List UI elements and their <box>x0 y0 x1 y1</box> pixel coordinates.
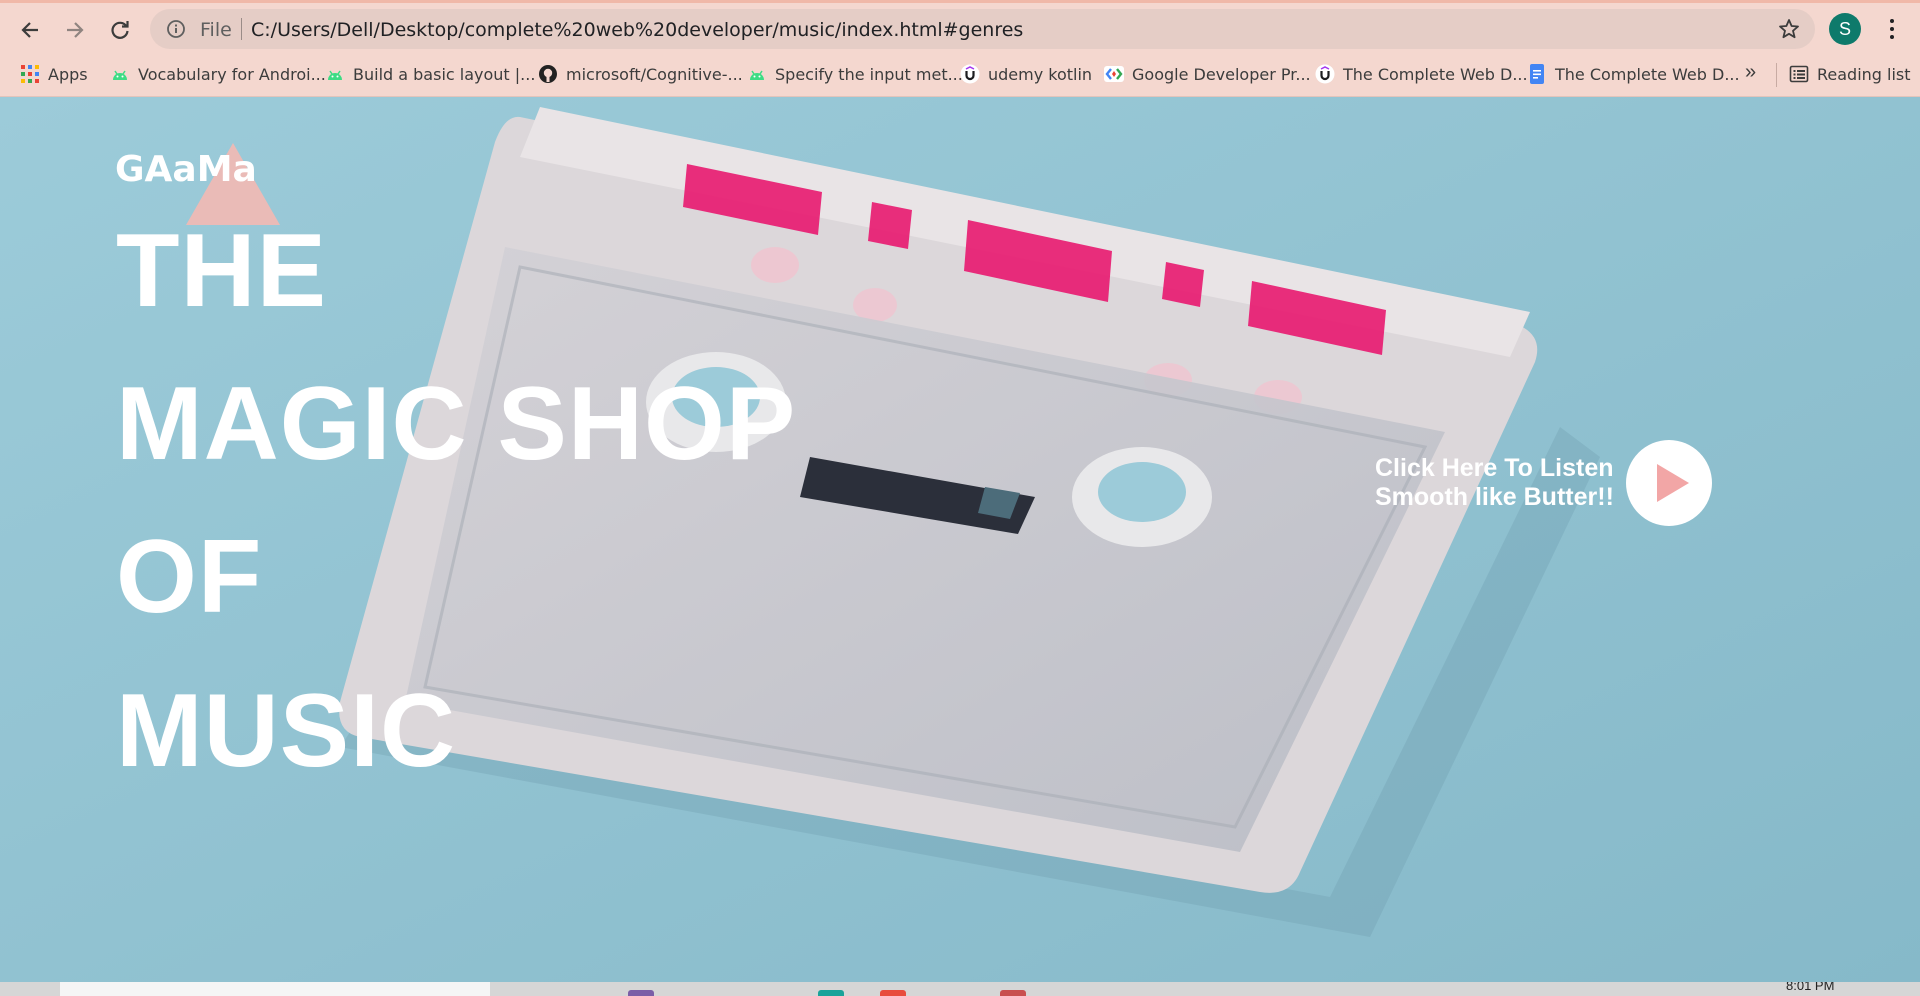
bookmark-apps[interactable]: Apps <box>20 63 88 85</box>
listen-cta[interactable]: Click Here To Listen Smooth like Butter!… <box>1375 440 1712 526</box>
browser-toolbar: File C:/Users/Dell/Desktop/complete%20we… <box>0 0 1920 53</box>
bookmark-label: The Complete Web D... <box>1555 64 1740 84</box>
github-icon <box>539 65 557 83</box>
google-developers-icon <box>1104 66 1124 82</box>
taskbar-search-box[interactable] <box>60 982 490 996</box>
reading-list-button[interactable]: Reading list <box>1789 63 1911 85</box>
back-arrow-icon <box>21 22 38 38</box>
bookmark-star-icon[interactable] <box>1777 17 1801 41</box>
logo-text: GAaMa <box>115 149 257 190</box>
bookmark-label: The Complete Web D... <box>1343 64 1528 84</box>
taskbar-app-icon[interactable] <box>818 990 844 996</box>
forward-arrow-icon <box>67 22 84 38</box>
bookmark-label: Build a basic layout |... <box>353 64 536 84</box>
headline-line-1: THE <box>116 213 327 329</box>
bookmarks-bar: Apps Vocabulary for Androi... Build a ba… <box>0 53 1920 97</box>
reload-icon <box>111 21 129 39</box>
os-taskbar: 8:01 PM <box>0 982 1920 996</box>
bookmark-item[interactable]: Specify the input met... <box>747 63 963 85</box>
apps-grid-icon <box>21 65 39 83</box>
bookmark-item[interactable]: Build a basic layout |... <box>325 63 535 85</box>
listen-text[interactable]: Click Here To Listen Smooth like Butter!… <box>1375 454 1614 512</box>
bookmark-label: Specify the input met... <box>775 64 963 84</box>
chrome-taskbar-icon[interactable] <box>880 990 906 996</box>
play-button[interactable] <box>1625 440 1712 526</box>
more-bookmarks-button[interactable]: » <box>1745 61 1756 84</box>
bookmark-item[interactable]: udemy kotlin <box>960 63 1092 85</box>
bookmark-label: Apps <box>48 64 88 84</box>
play-icon <box>1656 464 1689 502</box>
hero-section: GAaMa THE MAGIC SHOP OF MUSIC Click Here… <box>0 97 1920 982</box>
bookmark-label: udemy kotlin <box>988 64 1093 84</box>
url-text[interactable]: C:/Users/Dell/Desktop/complete%20web%20d… <box>251 19 1023 41</box>
bookmarks-divider <box>1776 63 1777 87</box>
scheme-label: File <box>200 19 232 41</box>
taskbar-app-icon[interactable] <box>628 990 654 996</box>
bookmark-item[interactable]: The Complete Web D... <box>1527 63 1740 85</box>
profile-avatar[interactable]: S <box>1829 13 1861 45</box>
address-bar[interactable]: File C:/Users/Dell/Desktop/complete%20we… <box>150 9 1815 49</box>
taskbar-app-icon[interactable] <box>1000 990 1026 996</box>
udemy-icon <box>1315 64 1335 84</box>
bookmark-item[interactable]: The Complete Web D... <box>1315 63 1528 85</box>
back-button[interactable] <box>13 13 47 47</box>
bookmark-item[interactable]: microsoft/Cognitive-... <box>538 63 743 85</box>
android-icon <box>750 70 764 80</box>
bookmark-item[interactable]: Google Developer Pr... <box>1104 63 1311 85</box>
reading-list-icon <box>1789 65 1809 83</box>
bookmark-item[interactable]: Vocabulary for Androi... <box>110 63 326 85</box>
forward-button[interactable] <box>58 13 92 47</box>
headline-line-3: OF <box>116 519 263 635</box>
listen-line-1: Click Here To Listen <box>1375 454 1614 482</box>
bookmark-label: microsoft/Cognitive-... <box>566 64 743 84</box>
info-icon[interactable] <box>166 19 186 39</box>
headline-line-2: MAGIC SHOP <box>116 366 797 482</box>
bookmark-label: Vocabulary for Androi... <box>138 64 326 84</box>
reload-button[interactable] <box>103 13 137 47</box>
android-icon <box>328 70 342 80</box>
google-docs-icon <box>1530 64 1544 84</box>
android-icon <box>113 70 127 80</box>
headline-line-4: MUSIC <box>116 673 457 789</box>
reading-list-label: Reading list <box>1817 64 1911 84</box>
taskbar-clock[interactable]: 8:01 PM <box>1786 982 1834 993</box>
udemy-icon <box>960 64 980 84</box>
omnibox-separator <box>241 18 242 40</box>
browser-menu-icon[interactable] <box>1880 15 1904 43</box>
bookmark-label: Google Developer Pr... <box>1132 64 1311 84</box>
listen-line-2: Smooth like Butter!! <box>1375 483 1614 511</box>
